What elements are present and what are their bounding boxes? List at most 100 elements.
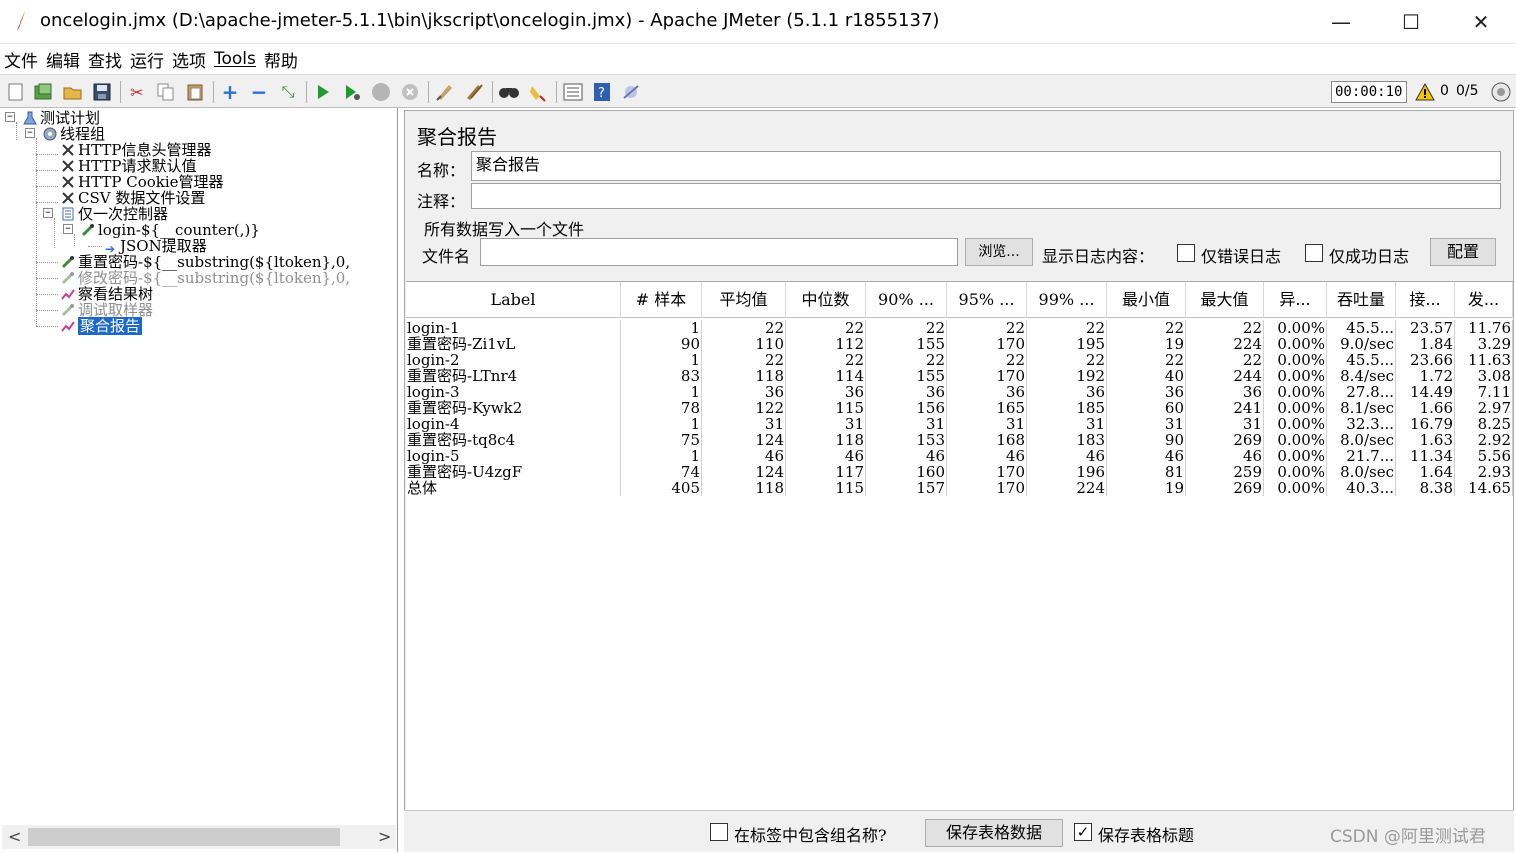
function-helper-icon[interactable]: [562, 81, 584, 103]
column-header[interactable]: 发...: [1455, 282, 1513, 318]
open-icon[interactable]: [62, 81, 84, 103]
table-row[interactable]: 总体 405 118 115 157 170 224 19 269 0.00% 40.3... 8.3…: [406, 480, 1513, 496]
table-cell: 165: [947, 400, 1027, 416]
stop-icon[interactable]: [370, 81, 392, 103]
menu-search[interactable]: 查找: [88, 47, 122, 72]
shutdown-icon[interactable]: [399, 81, 421, 103]
include-group-checkbox[interactable]: [710, 823, 728, 841]
column-header[interactable]: 90% ...: [866, 282, 947, 318]
help-icon[interactable]: ?: [591, 81, 613, 103]
tree-node-cookie-manager[interactable]: HTTP Cookie管理器: [60, 174, 224, 190]
tree-node-request-defaults[interactable]: HTTP请求默认值: [60, 158, 196, 174]
menu-edit[interactable]: 编辑: [46, 47, 80, 72]
column-header[interactable]: 接...: [1396, 282, 1455, 318]
table-cell: 241: [1186, 400, 1264, 416]
menu-help[interactable]: 帮助: [264, 47, 298, 72]
column-header[interactable]: 中位数: [786, 282, 866, 318]
table-cell: 重置密码-U4zgF: [406, 464, 621, 480]
expand-once-only[interactable]: −: [43, 208, 53, 218]
table-row[interactable]: login-4 1 31 31 31 31 31 31 31 0.00% 32.3... 16.79 8…: [406, 416, 1513, 432]
success-only-checkbox[interactable]: [1305, 244, 1323, 262]
start-no-pauses-icon[interactable]: [341, 81, 363, 103]
tree-node-view-results-tree[interactable]: 察看结果树: [60, 286, 153, 302]
column-header[interactable]: 平均值: [702, 282, 786, 318]
start-icon[interactable]: [312, 81, 334, 103]
tree-node-modify-password[interactable]: 修改密码-${__substring(${ltoken},0,: [60, 270, 350, 286]
column-header[interactable]: 最小值: [1107, 282, 1186, 318]
table-cell: 8.4/sec: [1327, 368, 1396, 384]
table-row[interactable]: login-3 1 36 36 36 36 36 36 36 0.00% 27.8... 14.49 7…: [406, 384, 1513, 400]
column-header[interactable]: 吞吐量: [1327, 282, 1396, 318]
table-row[interactable]: login-2 1 22 22 22 22 22 22 22 0.00% 45.5... 23.66 1…: [406, 352, 1513, 368]
table-row[interactable]: 重置密码-U4zgF 74 124 117 160 170 196 81 259 0.00% 8.0…: [406, 464, 1513, 480]
expand-test-plan[interactable]: −: [5, 112, 15, 122]
clear-icon[interactable]: [434, 81, 456, 103]
table-cell: 31: [1186, 416, 1264, 432]
tree-horizontal-scrollbar[interactable]: < >: [2, 825, 396, 849]
paste-icon[interactable]: [184, 81, 206, 103]
table-row[interactable]: login-1 1 22 22 22 22 22 22 22 0.00% 45.5... 23.57 1…: [406, 320, 1513, 336]
expand-login-sampler[interactable]: −: [63, 224, 73, 234]
toggle-icon[interactable]: ⤡: [277, 81, 299, 103]
templates-icon[interactable]: [33, 81, 55, 103]
column-header[interactable]: 99% ...: [1027, 282, 1107, 318]
column-header[interactable]: 95% ...: [947, 282, 1027, 318]
tree-node-header-manager[interactable]: HTTP信息头管理器: [60, 142, 211, 158]
collapse-all-icon[interactable]: −: [248, 80, 270, 104]
name-input[interactable]: 聚合报告: [471, 151, 1501, 181]
table-cell: 78: [621, 400, 702, 416]
tree-node-test-plan[interactable]: 测试计划: [22, 110, 100, 126]
table-cell: 32.3...: [1327, 416, 1396, 432]
tree-node-once-only-controller[interactable]: 仅一次控制器: [60, 206, 168, 222]
menu-file[interactable]: 文件: [4, 47, 38, 72]
save-icon[interactable]: [91, 81, 113, 103]
menu-run[interactable]: 运行: [130, 47, 164, 72]
column-header[interactable]: # 样本: [621, 282, 702, 318]
tree-node-debug-sampler[interactable]: 调试取样器: [60, 302, 153, 318]
tree-node-json-extractor[interactable]: ➔ JSON提取器: [102, 238, 207, 256]
browse-button[interactable]: 浏览...: [965, 238, 1033, 266]
menu-tools[interactable]: Tools: [214, 49, 256, 69]
column-header[interactable]: Label: [406, 282, 621, 318]
expand-thread-group[interactable]: −: [25, 128, 35, 138]
table-cell: 1.63: [1396, 432, 1455, 448]
copy-icon[interactable]: [155, 81, 177, 103]
filename-input[interactable]: [480, 238, 958, 266]
scroll-left-icon[interactable]: <: [8, 827, 21, 846]
search-icon[interactable]: [498, 81, 520, 103]
column-header[interactable]: 最大值: [1186, 282, 1264, 318]
comment-input[interactable]: [471, 183, 1501, 209]
column-header[interactable]: 异...: [1264, 282, 1327, 318]
controller-icon: [60, 207, 76, 221]
tree-node-thread-group[interactable]: 线程组: [42, 126, 105, 142]
maximize-button[interactable]: ☐: [1376, 0, 1446, 44]
clear-all-icon[interactable]: [463, 81, 485, 103]
tree-node-reset-password[interactable]: 重置密码-${__substring(${ltoken},0,: [60, 254, 350, 270]
table-row[interactable]: 重置密码-Zi1vL 90 110 112 155 170 195 19 224 0.00% 9.0…: [406, 336, 1513, 352]
status-icon: [1491, 82, 1511, 102]
table-cell: 90: [1107, 432, 1186, 448]
tree-node-login-sampler[interactable]: login-${__counter(,)}: [80, 222, 260, 238]
table-row[interactable]: 重置密码-tq8c4 75 124 118 153 168 183 90 269 0.00% 8.0…: [406, 432, 1513, 448]
configure-button[interactable]: 配置: [1430, 238, 1496, 266]
table-row[interactable]: 重置密码-Kywk2 78 122 115 156 165 185 60 241 0.00% 8.1…: [406, 400, 1513, 416]
menu-options[interactable]: 选项: [172, 47, 206, 72]
reset-search-icon[interactable]: [527, 81, 549, 103]
minimize-button[interactable]: —: [1306, 0, 1376, 44]
tree-node-aggregate-report[interactable]: 聚合报告: [60, 317, 143, 335]
table-row[interactable]: 重置密码-LTnr4 83 118 114 155 170 192 40 244 0.00% 8.4…: [406, 368, 1513, 384]
save-header-checkbox[interactable]: ✓: [1074, 823, 1092, 841]
save-table-button[interactable]: 保存表格数据: [925, 819, 1063, 847]
scroll-thumb[interactable]: [28, 828, 340, 846]
scroll-right-icon[interactable]: >: [378, 827, 391, 846]
cut-icon[interactable]: ✂: [126, 81, 148, 103]
warning-icon[interactable]: [1415, 83, 1435, 101]
table-row[interactable]: login-5 1 46 46 46 46 46 46 46 0.00% 21.7... 11.34 5…: [406, 448, 1513, 464]
close-button[interactable]: ✕: [1446, 0, 1516, 44]
expand-all-icon[interactable]: +: [219, 80, 241, 104]
tree-node-csv-config[interactable]: CSV 数据文件设置: [60, 190, 205, 206]
errors-only-checkbox[interactable]: [1177, 244, 1195, 262]
new-icon[interactable]: [5, 81, 27, 103]
table-cell: 224: [1027, 480, 1107, 496]
remote-icon[interactable]: [620, 81, 642, 103]
